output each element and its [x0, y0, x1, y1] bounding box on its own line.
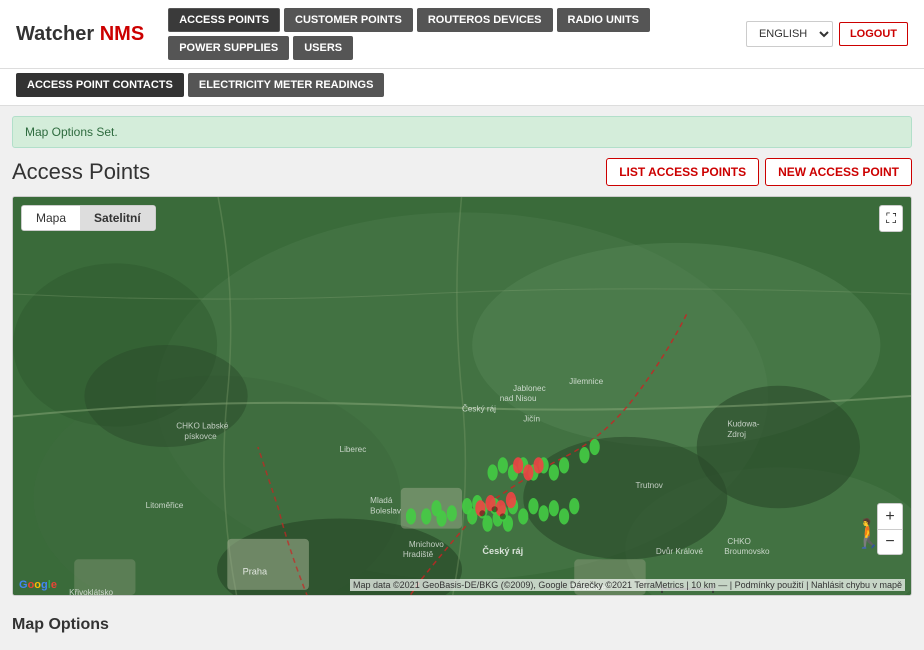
zoom-in-button[interactable]: + — [877, 503, 903, 529]
nav-users[interactable]: USERS — [293, 36, 353, 60]
map-tab-satellite[interactable]: Satelitní — [80, 206, 155, 230]
main-content: Access Points LIST ACCESS POINTS NEW ACC… — [12, 158, 912, 642]
svg-text:Křivoklátsko: Křivoklátsko — [69, 588, 113, 595]
svg-text:CHKO Labské: CHKO Labské — [176, 422, 229, 431]
app-logo: Watcher NMS — [16, 23, 144, 46]
nav-routeros-devices[interactable]: ROUTEROS DEVICES — [417, 8, 553, 32]
svg-text:Zdroj: Zdroj — [727, 430, 746, 439]
nav-customer-points[interactable]: CUSTOMER POINTS — [284, 8, 413, 32]
section-header: Access Points LIST ACCESS POINTS NEW ACC… — [12, 158, 912, 186]
google-logo: Google — [19, 579, 57, 591]
header-right: ENGLISH CZECH LOGOUT — [746, 21, 908, 47]
list-access-points-button[interactable]: LIST ACCESS POINTS — [606, 158, 759, 186]
svg-text:Hradiště: Hradiště — [403, 550, 434, 559]
svg-text:Liberec: Liberec — [340, 445, 367, 454]
svg-text:nad Nisou: nad Nisou — [500, 394, 537, 403]
svg-text:Jičín: Jičín — [523, 415, 540, 424]
svg-text:pískovce: pískovce — [184, 432, 217, 441]
svg-text:Český ráj: Český ráj — [482, 545, 523, 556]
svg-text:Mladá: Mladá — [370, 496, 393, 505]
zoom-out-button[interactable]: − — [877, 529, 903, 555]
map-attribution: Map data ©2021 GeoBasis-DE/BKG (©2009), … — [350, 579, 905, 591]
svg-text:CHKO: CHKO — [727, 537, 751, 546]
street-view-pegman[interactable]: 🚶 — [851, 517, 871, 557]
svg-text:Mnichovo: Mnichovo — [409, 540, 444, 549]
svg-text:Broumovsko: Broumovsko — [724, 547, 770, 556]
sub-nav: ACCESS POINT CONTACTS ELECTRICITY METER … — [0, 69, 924, 106]
svg-text:Boleslav: Boleslav — [370, 506, 402, 515]
nav-radio-units[interactable]: RADIO UNITS — [557, 8, 651, 32]
svg-text:Český ráj: Český ráj — [462, 403, 496, 413]
language-select[interactable]: ENGLISH CZECH — [746, 21, 833, 47]
svg-text:Kudowa-: Kudowa- — [727, 420, 759, 429]
map-type-toggle: Mapa Satelitní — [21, 205, 156, 231]
main-nav: ACCESS POINTS CUSTOMER POINTS ROUTEROS D… — [168, 8, 738, 60]
section-actions: LIST ACCESS POINTS NEW ACCESS POINT — [606, 158, 912, 186]
svg-text:Litoměřice: Litoměřice — [146, 501, 184, 510]
map-options-section: Map Options — [12, 608, 912, 642]
map-container[interactable]: Praha Litoměřice Mladá Boleslav Rakovník… — [12, 196, 912, 596]
map-options-title[interactable]: Map Options — [12, 616, 912, 634]
svg-text:Dvůr Králové: Dvůr Králové — [656, 546, 704, 556]
header: Watcher NMS ACCESS POINTS CUSTOMER POINT… — [0, 0, 924, 69]
svg-text:Trutnov: Trutnov — [635, 481, 663, 490]
svg-text:Jablonec: Jablonec — [513, 384, 546, 393]
subnav-electricity-meter-readings[interactable]: ELECTRICITY METER READINGS — [188, 73, 385, 97]
map-background: Praha Litoměřice Mladá Boleslav Rakovník… — [13, 197, 911, 595]
subnav-access-point-contacts[interactable]: ACCESS POINT CONTACTS — [16, 73, 184, 97]
nav-access-points[interactable]: ACCESS POINTS — [168, 8, 280, 32]
svg-text:Praha: Praha — [243, 567, 268, 577]
logout-button[interactable]: LOGOUT — [839, 22, 908, 46]
map-fullscreen-button[interactable]: ⛶ — [879, 205, 903, 232]
map-zoom-controls: + − — [877, 503, 903, 555]
new-access-point-button[interactable]: NEW ACCESS POINT — [765, 158, 912, 186]
page-title: Access Points — [12, 159, 150, 185]
alert-message: Map Options Set. — [12, 116, 912, 148]
svg-text:Jilemnice: Jilemnice — [569, 377, 603, 386]
map-tab-mapa[interactable]: Mapa — [22, 206, 80, 230]
nav-power-supplies[interactable]: POWER SUPPLIES — [168, 36, 289, 60]
